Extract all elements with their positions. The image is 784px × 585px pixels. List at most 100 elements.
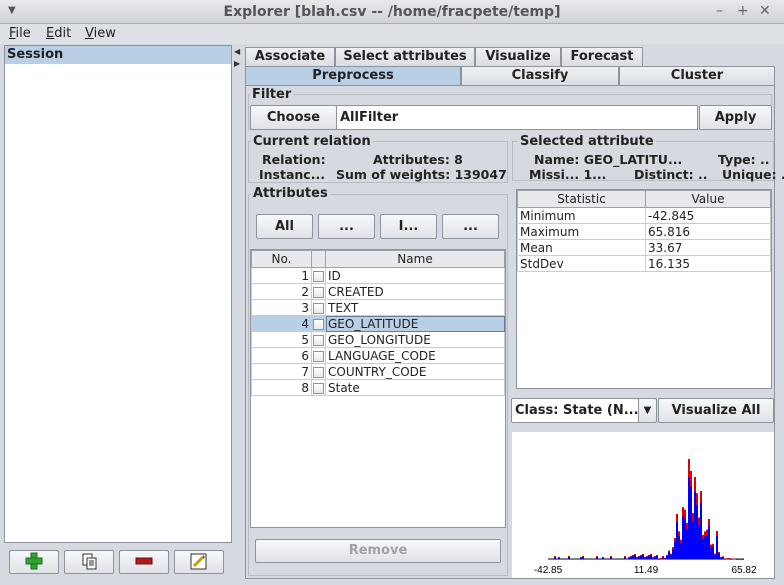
- remove-session-button[interactable]: [119, 550, 169, 574]
- tab-preprocess[interactable]: Preprocess: [245, 66, 461, 86]
- checkbox-icon[interactable]: [313, 366, 324, 378]
- tab-associate[interactable]: Associate: [245, 47, 335, 67]
- histogram-bar-top: [698, 517, 700, 525]
- row-no: 1: [251, 267, 312, 284]
- session-item[interactable]: Session: [5, 46, 231, 64]
- table-row[interactable]: 7 COUNTRY_CODE: [251, 363, 505, 380]
- table-row[interactable]: 5 GEO_LONGITUDE: [251, 331, 505, 348]
- maximize-icon[interactable]: +: [737, 3, 749, 19]
- table-row[interactable]: 1 ID: [251, 267, 505, 284]
- row-checkbox[interactable]: [311, 315, 326, 332]
- col-no-header[interactable]: No.: [251, 250, 312, 268]
- histogram-bar-top: [658, 558, 660, 560]
- histogram-bar-top: [596, 556, 598, 557]
- table-row[interactable]: 6 LANGUAGE_CODE: [251, 347, 505, 364]
- table-row[interactable]: 8 State: [251, 379, 505, 396]
- checkbox-icon[interactable]: [313, 350, 324, 362]
- close-icon[interactable]: ✕: [759, 3, 771, 19]
- checkbox-icon[interactable]: [313, 382, 324, 394]
- histogram-bar-top: [674, 537, 676, 542]
- menu-file[interactable]: File: [9, 26, 31, 41]
- edit-session-button[interactable]: [174, 550, 224, 574]
- pattern-button[interactable]: ...: [442, 214, 499, 239]
- col-statistic-header[interactable]: Statistic: [517, 190, 646, 208]
- histogram-bar-top: [704, 531, 706, 537]
- menu-view[interactable]: View: [85, 26, 116, 41]
- histogram-bar-top: [692, 513, 694, 522]
- chevron-down-icon[interactable]: ▼: [638, 398, 657, 423]
- splitter-left-icon[interactable]: ◀: [234, 47, 240, 56]
- tab-forecast[interactable]: Forecast: [561, 47, 643, 67]
- histogram-bar-top: [686, 522, 688, 530]
- select-all-button[interactable]: All: [256, 214, 313, 239]
- col-value-header[interactable]: Value: [645, 190, 771, 208]
- checkbox-icon[interactable]: [313, 270, 324, 282]
- menu-edit[interactable]: Edit: [46, 26, 71, 41]
- tab-select-attributes[interactable]: Select attributes: [335, 47, 475, 67]
- row-no: 8: [251, 379, 312, 396]
- histogram-bar-top: [630, 556, 632, 557]
- histogram-bar-top: [722, 556, 724, 558]
- table-row[interactable]: Maximum 65.816: [517, 223, 771, 240]
- table-row[interactable]: Mean 33.67: [517, 239, 771, 256]
- histogram-bar-top: [568, 556, 570, 557]
- row-name: State: [325, 379, 505, 396]
- histogram-bar-top: [664, 557, 666, 559]
- row-checkbox[interactable]: [311, 379, 326, 396]
- checkbox-icon[interactable]: [313, 318, 324, 330]
- checkbox-icon[interactable]: [313, 302, 324, 314]
- choose-button[interactable]: Choose: [250, 105, 337, 130]
- edit-icon: [190, 553, 207, 570]
- stat-name: Maximum: [517, 223, 646, 240]
- visualize-all-button[interactable]: Visualize All: [658, 398, 774, 423]
- apply-button[interactable]: Apply: [699, 105, 772, 130]
- histogram-bar-top: [716, 531, 718, 537]
- row-checkbox[interactable]: [311, 331, 326, 348]
- checkbox-icon[interactable]: [313, 334, 324, 346]
- filter-field[interactable]: AllFilter: [336, 105, 698, 130]
- tab-visualize[interactable]: Visualize: [475, 47, 561, 67]
- add-session-button[interactable]: [9, 550, 59, 574]
- class-select[interactable]: Class: State (N...: [511, 398, 657, 423]
- session-list[interactable]: Session: [4, 45, 232, 543]
- stat-value: -42.845: [645, 207, 771, 224]
- window-title: Explorer [blah.csv -- /home/fracpete/tem…: [223, 4, 561, 20]
- checkbox-icon[interactable]: [313, 286, 324, 298]
- histogram-bar-top: [650, 554, 652, 555]
- row-checkbox[interactable]: [311, 347, 326, 364]
- minimize-icon[interactable]: –: [716, 3, 723, 19]
- splitter-right-icon[interactable]: ▶: [234, 59, 240, 68]
- histogram-bar-top: [668, 550, 670, 553]
- histogram-bar-top: [718, 552, 720, 554]
- selected-missing: Missi... 1...: [529, 167, 607, 182]
- table-row[interactable]: 2 CREATED: [251, 283, 505, 300]
- row-checkbox[interactable]: [311, 299, 326, 316]
- copy-session-button[interactable]: [64, 550, 114, 574]
- selected-type: Type: ..: [718, 152, 770, 167]
- histogram-bar-top: [730, 558, 732, 560]
- stat-value: 16.135: [645, 255, 771, 272]
- table-row[interactable]: 3 TEXT: [251, 299, 505, 316]
- splitter[interactable]: ◀ ▶: [233, 45, 241, 581]
- row-name: CREATED: [325, 283, 505, 300]
- tab-classify[interactable]: Classify: [461, 66, 619, 86]
- invert-button[interactable]: I...: [380, 214, 437, 239]
- col-check-header[interactable]: [311, 250, 326, 268]
- row-name: COUNTRY_CODE: [325, 363, 505, 380]
- histogram-bar-top: [582, 556, 584, 557]
- row-checkbox[interactable]: [311, 267, 326, 284]
- histogram-bar-top: [558, 557, 560, 558]
- table-row[interactable]: Minimum -42.845: [517, 207, 771, 224]
- row-checkbox[interactable]: [311, 283, 326, 300]
- table-row[interactable]: StdDev 16.135: [517, 255, 771, 272]
- row-checkbox[interactable]: [311, 363, 326, 380]
- histogram-bar-top: [554, 556, 556, 557]
- histogram[interactable]: -42.85 11.49 65.82: [512, 432, 774, 578]
- selected-attr-title: Selected attribute: [518, 134, 656, 149]
- remove-button[interactable]: Remove: [255, 539, 501, 563]
- class-select-value: Class: State (N...: [515, 403, 639, 418]
- table-row[interactable]: 4 GEO_LATITUDE: [251, 315, 505, 332]
- select-none-button[interactable]: ...: [318, 214, 375, 239]
- col-name-header[interactable]: Name: [325, 250, 505, 268]
- tab-cluster[interactable]: Cluster: [619, 66, 775, 86]
